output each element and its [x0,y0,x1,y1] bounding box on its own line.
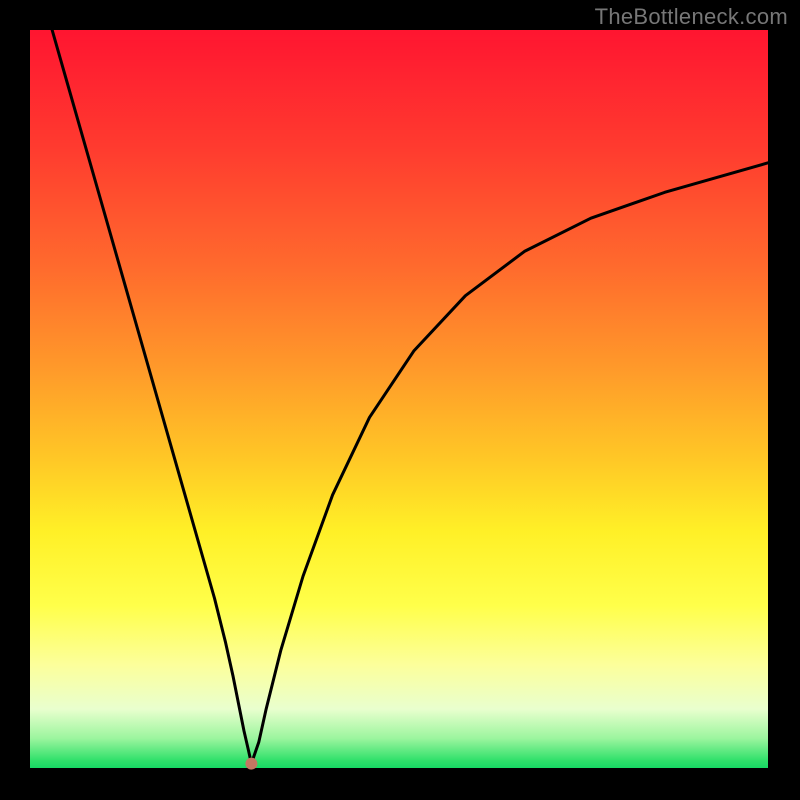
curve-svg [30,30,768,768]
plot-area [30,30,768,768]
watermark-text: TheBottleneck.com [595,4,788,30]
minimum-marker [245,758,257,770]
chart-stage: TheBottleneck.com [0,0,800,800]
bottleneck-curve [52,30,768,764]
